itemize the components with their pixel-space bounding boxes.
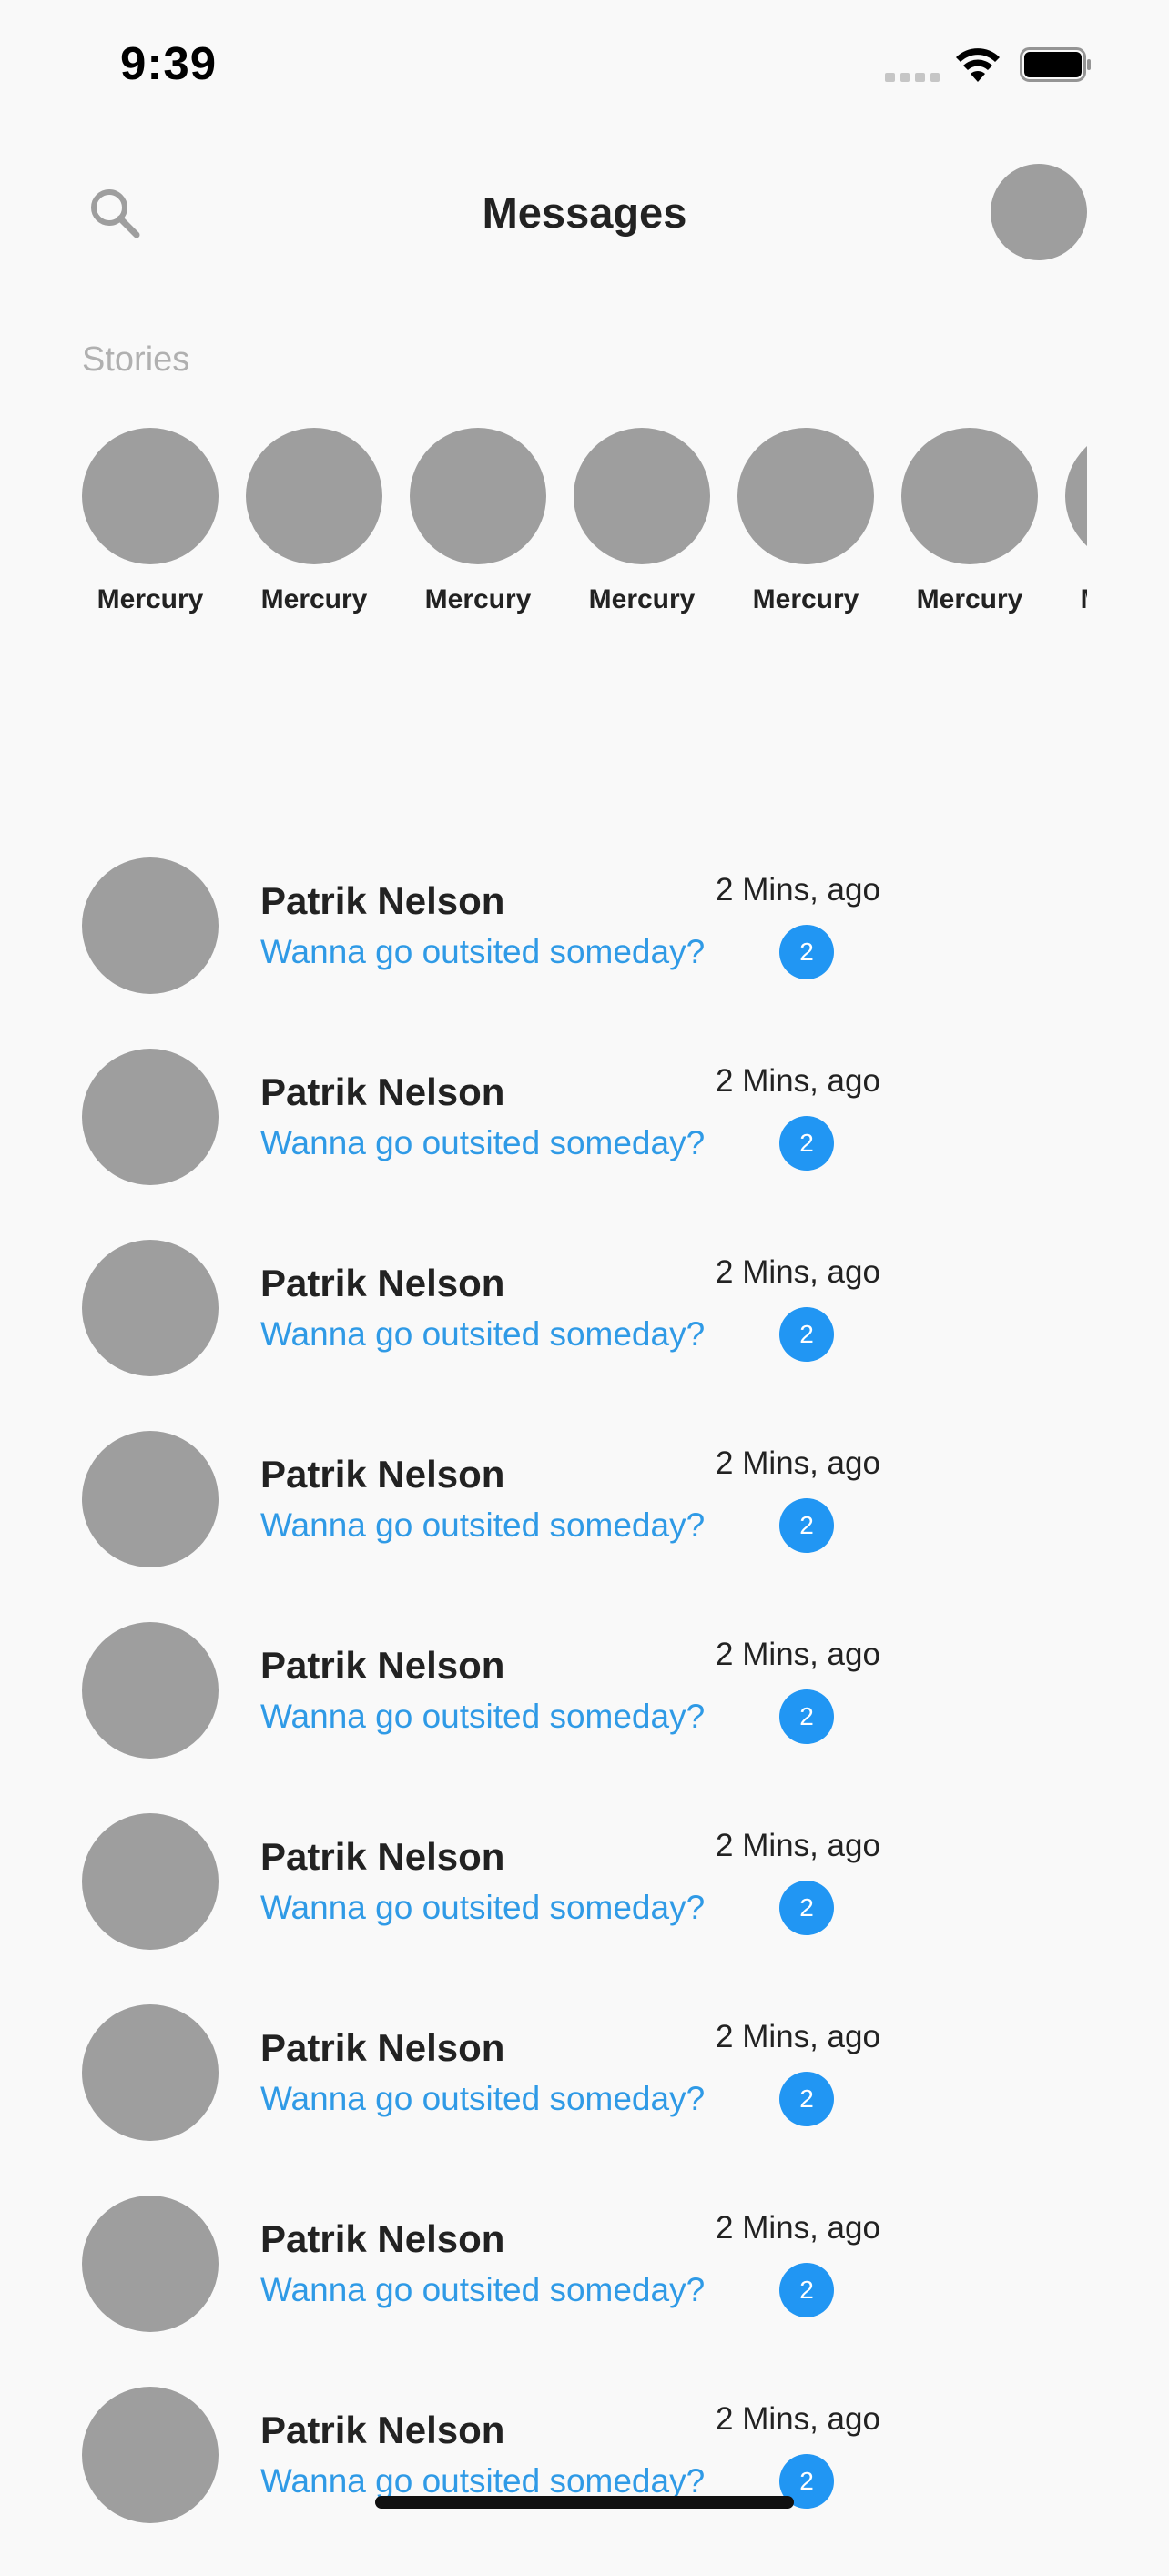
contact-name: Patrik Nelson [260, 2217, 505, 2260]
contact-avatar[interactable] [82, 1049, 219, 1185]
story-name: Mercury [588, 584, 696, 614]
unread-badge: 2 [779, 1307, 834, 1362]
message-preview: Wanna go outsited someday? [260, 1889, 706, 1926]
conversation-row[interactable]: Patrik Nelson 2 Mins, ago Wanna go outsite… [0, 1047, 1169, 1238]
unread-badge: 2 [779, 2072, 834, 2126]
story-name: Mercury [916, 584, 1023, 614]
story-name: Mercury [1081, 584, 1087, 615]
conversation-row[interactable]: Patrik Nelson 2 Mins, ago Wanna go outsite… [0, 2385, 1169, 2576]
story-avatar[interactable] [82, 428, 219, 564]
contact-avatar[interactable] [82, 1240, 219, 1376]
contact-name: Patrik Nelson [260, 2409, 505, 2451]
story-item[interactable]: Mercury [901, 428, 1038, 628]
story-name: Mercury [424, 584, 532, 614]
message-time: 2 Mins, ago [716, 1063, 880, 1099]
status-time: 9:39 [120, 37, 218, 89]
profile-avatar[interactable] [991, 164, 1087, 260]
stories-row[interactable]: Mercury Mercury Mercury Mercury Mercury Mercu… [82, 428, 1087, 628]
unread-badge: 2 [779, 2263, 834, 2317]
wifi-icon [956, 48, 1000, 82]
message-preview: Wanna go outsited someday? [260, 1124, 706, 1161]
contact-name: Patrik Nelson [260, 1070, 505, 1113]
conversation-row[interactable]: Patrik Nelson 2 Mins, ago Wanna go outsite… [0, 1238, 1169, 1429]
contact-name: Patrik Nelson [260, 879, 505, 922]
unread-badge: 2 [779, 1689, 834, 1744]
message-time: 2 Mins, ago [716, 2019, 880, 2054]
contact-avatar[interactable] [82, 2387, 219, 2523]
home-indicator[interactable] [375, 2496, 794, 2509]
story-name: Mercury [752, 584, 859, 614]
message-preview: Wanna go outsited someday? [260, 1315, 706, 1353]
contact-name: Patrik Nelson [260, 1835, 505, 1878]
story-item[interactable]: Mercury [246, 428, 382, 628]
contact-name: Patrik Nelson [260, 1262, 505, 1304]
conversation-row[interactable]: Patrik Nelson 2 Mins, ago Wanna go outsite… [0, 1620, 1169, 1811]
story-name: Mercury [260, 584, 368, 614]
story-avatar[interactable] [1065, 428, 1087, 564]
message-time: 2 Mins, ago [716, 1254, 880, 1290]
contact-avatar[interactable] [82, 857, 219, 994]
message-time: 2 Mins, ago [716, 2210, 880, 2246]
message-preview: Wanna go outsited someday? [260, 2462, 706, 2500]
story-avatar[interactable] [410, 428, 546, 564]
story-avatar[interactable] [246, 428, 382, 564]
message-preview: Wanna go outsited someday? [260, 2080, 706, 2117]
contact-avatar[interactable] [82, 1622, 219, 1759]
unread-badge: 2 [779, 1116, 834, 1171]
story-item[interactable]: Mercury [737, 428, 874, 628]
message-time: 2 Mins, ago [716, 872, 880, 908]
cellular-signal-icon [885, 73, 940, 82]
story-item[interactable]: Mercury [410, 428, 546, 628]
contact-avatar[interactable] [82, 2196, 219, 2332]
unread-badge: 2 [779, 1498, 834, 1553]
unread-badge: 2 [779, 1881, 834, 1935]
message-time: 2 Mins, ago [716, 2401, 880, 2437]
unread-badge: 2 [779, 925, 834, 979]
contact-name: Patrik Nelson [260, 2026, 505, 2069]
message-preview: Wanna go outsited someday? [260, 1698, 706, 1735]
status-bar: 9:39 [0, 0, 1169, 137]
message-time: 2 Mins, ago [716, 1828, 880, 1863]
story-item[interactable]: Mercury [574, 428, 710, 628]
conversation-row[interactable]: Patrik Nelson 2 Mins, ago Wanna go outsite… [0, 856, 1169, 1047]
contact-name: Patrik Nelson [260, 1644, 505, 1687]
message-preview: Wanna go outsited someday? [260, 2271, 706, 2308]
story-name: Mercury [97, 584, 204, 614]
conversation-row[interactable]: Patrik Nelson 2 Mins, ago Wanna go outsite… [0, 1811, 1169, 2003]
contact-name: Patrik Nelson [260, 1453, 505, 1496]
message-time: 2 Mins, ago [716, 1445, 880, 1481]
story-avatar[interactable] [901, 428, 1038, 564]
stories-label: Stories [82, 340, 190, 379]
story-avatar[interactable] [737, 428, 874, 564]
story-item[interactable]: Mercury [82, 428, 219, 628]
story-avatar[interactable] [574, 428, 710, 564]
message-time: 2 Mins, ago [716, 1637, 880, 1672]
conversation-row[interactable]: Patrik Nelson 2 Mins, ago Wanna go outsite… [0, 2003, 1169, 2194]
message-preview: Wanna go outsited someday? [260, 933, 706, 970]
contact-avatar[interactable] [82, 1431, 219, 1567]
conversation-row[interactable]: Patrik Nelson 2 Mins, ago Wanna go outsite… [0, 2194, 1169, 2385]
contact-avatar[interactable] [82, 2004, 219, 2141]
story-item[interactable]: Mercury [1065, 428, 1087, 628]
header: Messages [0, 146, 1169, 273]
message-preview: Wanna go outsited someday? [260, 1506, 706, 1544]
battery-icon [1020, 47, 1091, 82]
contact-avatar[interactable] [82, 1813, 219, 1950]
conversation-row[interactable]: Patrik Nelson 2 Mins, ago Wanna go outsite… [0, 1429, 1169, 1620]
